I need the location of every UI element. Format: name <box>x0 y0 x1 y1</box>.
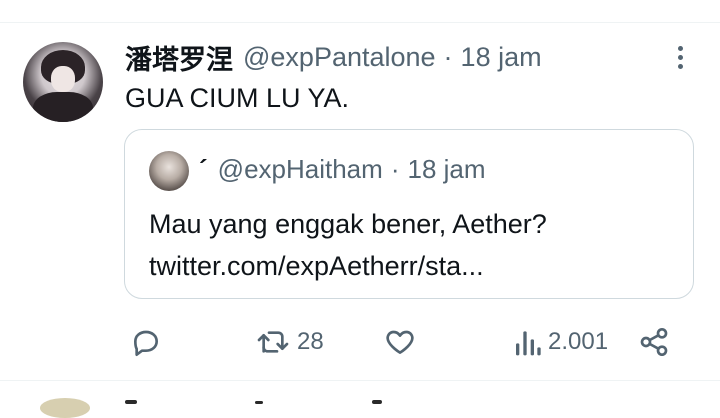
quote-text: Mau yang enggak bener, Aether? twitter.c… <box>149 203 547 287</box>
quote-author-handle: @expHaitham <box>217 154 383 184</box>
quote-author-display-name: ´ <box>199 154 208 184</box>
meta-separator: · <box>443 41 453 72</box>
share-button[interactable] <box>638 320 670 364</box>
share-icon <box>638 326 670 358</box>
author-display-name[interactable]: 潘塔罗涅 <box>125 38 233 77</box>
more-vertical-icon-dot <box>677 54 683 60</box>
top-divider <box>0 0 720 23</box>
quote-link[interactable]: twitter.com/expAetherr/sta... <box>149 245 547 287</box>
retweet-button[interactable]: 28 <box>255 320 324 364</box>
tweet-header: 潘塔罗涅 @expPantalone · 18 jam <box>125 38 542 77</box>
quote-text-line: Mau yang enggak bener, Aether? <box>149 209 547 239</box>
tweet-text: GUA CIUM LU YA. <box>125 83 350 113</box>
quote-author-avatar <box>149 151 189 191</box>
avatar-body <box>33 92 93 122</box>
reply-button[interactable] <box>130 320 168 364</box>
tweet-actions-bar: 28 2.001 <box>0 320 720 364</box>
views-count: 2.001 <box>548 328 609 355</box>
quoted-tweet-card[interactable]: ´ @expHaitham · 18 jam Mau yang enggak ben… <box>124 129 694 299</box>
next-tweet-text-partial <box>125 400 137 404</box>
bottom-divider <box>0 380 720 381</box>
reply-icon <box>130 326 162 358</box>
tweet-time[interactable]: 18 jam <box>461 42 542 72</box>
more-vertical-icon <box>677 45 683 51</box>
next-tweet-text-partial <box>372 400 382 404</box>
more-options-button[interactable] <box>670 42 690 72</box>
retweet-icon <box>255 326 291 358</box>
author-avatar[interactable] <box>23 42 103 122</box>
quote-header: ´ @expHaitham · 18 jam <box>199 154 486 185</box>
quote-meta: @expHaitham · 18 jam <box>218 154 486 185</box>
like-button[interactable] <box>384 320 422 364</box>
author-handle[interactable]: @expPantalone <box>243 42 436 72</box>
heart-icon <box>384 326 416 358</box>
more-vertical-icon-dot <box>677 63 683 69</box>
next-tweet-avatar-partial <box>40 398 90 418</box>
quote-time: 18 jam <box>407 154 486 184</box>
quote-meta-separator: · <box>390 154 400 184</box>
retweet-count: 28 <box>297 328 324 355</box>
tweet-meta: @expPantalone · 18 jam <box>243 42 542 73</box>
avatar-face <box>51 66 75 92</box>
views-button[interactable]: 2.001 <box>514 320 608 364</box>
views-bar-chart-icon <box>514 326 542 358</box>
